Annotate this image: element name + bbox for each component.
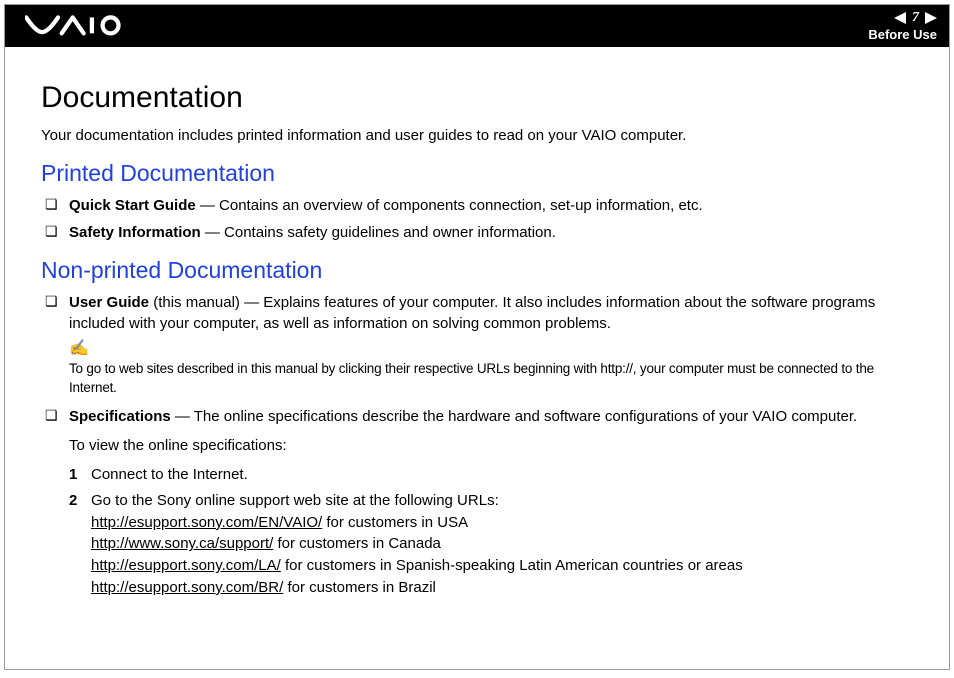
step-text: Connect to the Internet. [91, 466, 248, 483]
printed-heading: Printed Documentation [41, 160, 915, 187]
item-label: Quick Start Guide [69, 197, 196, 214]
note-icon: ✍ [69, 338, 915, 360]
item-label: Safety Information [69, 224, 201, 241]
item-desc: — Contains safety guidelines and owner i… [201, 224, 556, 241]
prev-page-icon[interactable] [894, 12, 906, 24]
list-item: Specifications — The online specificatio… [69, 406, 915, 599]
list-item: User Guide (this manual) — Explains feat… [69, 292, 915, 398]
printed-list: Quick Start Guide — Contains an overview… [41, 195, 915, 243]
specs-view-intro: To view the online specifications: [69, 435, 915, 456]
item-label: Specifications [69, 408, 171, 425]
intro-text: Your documentation includes printed info… [41, 127, 915, 144]
header-right: 7 Before Use [868, 10, 937, 42]
page-title: Documentation [41, 81, 915, 115]
content-area: Documentation Your documentation include… [5, 47, 949, 625]
list-item: Quick Start Guide — Contains an overview… [69, 195, 915, 216]
nonprinted-heading: Non-printed Documentation [41, 257, 915, 284]
support-link[interactable]: http://esupport.sony.com/EN/VAIO/ [91, 514, 322, 531]
section-name: Before Use [868, 27, 937, 43]
link-tail: for customers in Spanish-speaking Latin … [281, 557, 743, 574]
page-number: 7 [912, 10, 919, 27]
link-tail: for customers in USA [322, 514, 468, 531]
link-tail: for customers in Canada [273, 535, 441, 552]
page-nav: 7 [868, 10, 937, 27]
step-item: Connect to the Internet. [91, 464, 915, 486]
step-item: Go to the Sony online support web site a… [91, 490, 915, 599]
item-desc: — The online specifications describe the… [171, 408, 857, 425]
support-link[interactable]: http://www.sony.ca/support/ [91, 535, 273, 552]
vaio-logo [25, 15, 135, 37]
note-text: To go to web sites described in this man… [69, 360, 915, 398]
list-item: Safety Information — Contains safety gui… [69, 222, 915, 243]
link-tail: for customers in Brazil [283, 579, 436, 596]
item-label: User Guide [69, 294, 149, 311]
support-link[interactable]: http://esupport.sony.com/BR/ [91, 579, 283, 596]
step-text: Go to the Sony online support web site a… [91, 492, 499, 509]
page-header: 7 Before Use [5, 5, 949, 47]
item-desc: — Contains an overview of components con… [196, 197, 703, 214]
support-link[interactable]: http://esupport.sony.com/LA/ [91, 557, 281, 574]
nonprinted-list: User Guide (this manual) — Explains feat… [41, 292, 915, 599]
document-page: 7 Before Use Documentation Your document… [4, 4, 950, 670]
next-page-icon[interactable] [925, 12, 937, 24]
specs-steps: Connect to the Internet. Go to the Sony … [69, 464, 915, 599]
item-desc: (this manual) — Explains features of you… [69, 294, 875, 332]
